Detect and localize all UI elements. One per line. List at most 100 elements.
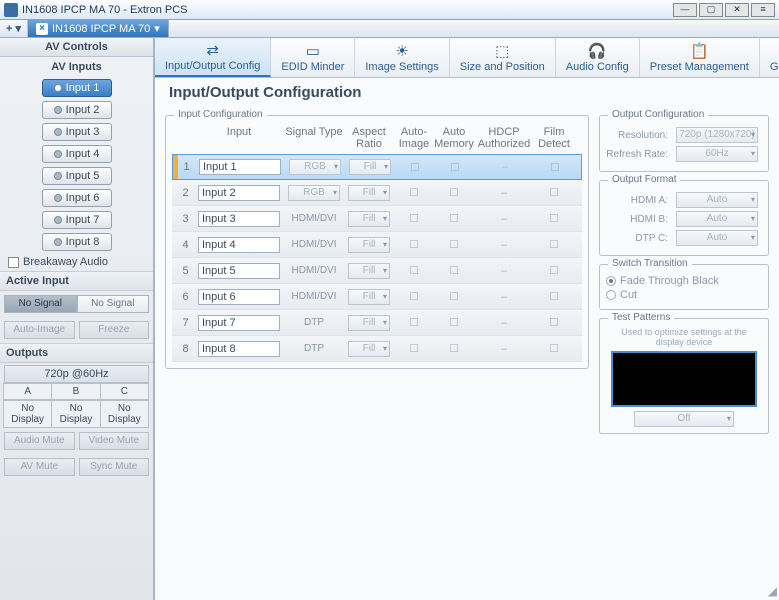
input-name-field[interactable] [198, 315, 280, 331]
auto-image-cell[interactable]: ☐ [394, 238, 434, 251]
film-detect-cell[interactable]: ☐ [534, 342, 574, 355]
minimize-button[interactable]: — [673, 3, 697, 17]
input-row[interactable]: 6HDMI/DVIFill☐☐–☐ [172, 284, 582, 310]
film-detect-cell[interactable]: ☐ [534, 316, 574, 329]
film-detect-cell[interactable]: ☐ [534, 212, 574, 225]
hdcp-cell[interactable]: – [474, 291, 534, 303]
add-tab-button[interactable]: + ▾ [0, 20, 28, 37]
aspect-ratio-select[interactable]: Fill [348, 263, 390, 279]
input-name-field[interactable] [198, 341, 280, 357]
titlebar: IN1608 IPCP MA 70 - Extron PCS — ▢ ✕ ≡ [0, 0, 779, 20]
auto-image-cell[interactable]: ☐ [394, 316, 434, 329]
hdcp-cell[interactable]: – [474, 239, 534, 251]
signal-type-select[interactable]: RGB [288, 185, 340, 201]
film-detect-cell[interactable]: ☐ [534, 186, 574, 199]
input-name-field[interactable] [198, 289, 280, 305]
hdcp-cell[interactable]: – [474, 187, 534, 199]
input-name-field[interactable] [198, 237, 280, 253]
maximize-button[interactable]: ▢ [699, 3, 723, 17]
aspect-ratio-select[interactable]: Fill [348, 211, 390, 227]
fade-radio[interactable]: Fade Through Black [606, 275, 762, 287]
input-7-button[interactable]: Input 7 [42, 211, 112, 229]
close-button[interactable]: ✕ [725, 3, 749, 17]
auto-image-cell[interactable]: ☐ [394, 342, 434, 355]
resize-grip-icon[interactable]: ◢ [768, 584, 777, 598]
input-name-field[interactable] [198, 185, 280, 201]
input-8-button[interactable]: Input 8 [42, 233, 112, 251]
refresh-rate-select[interactable]: 60Hz [676, 146, 758, 162]
cut-radio[interactable]: Cut [606, 289, 762, 301]
breakaway-audio-checkbox[interactable]: Breakaway Audio [0, 253, 153, 271]
dtp-c-select[interactable]: Auto [676, 230, 758, 246]
aspect-ratio-select[interactable]: Fill [348, 237, 390, 253]
input-3-button[interactable]: Input 3 [42, 123, 112, 141]
tab-edid[interactable]: ▭EDID Minder [271, 38, 355, 77]
auto-image-cell[interactable]: ☐ [395, 161, 435, 174]
input-row[interactable]: 3HDMI/DVIFill☐☐–☐ [172, 206, 582, 232]
device-tab[interactable]: × IN1608 IPCP MA 70 ▾ [28, 20, 169, 37]
auto-image-cell[interactable]: ☐ [394, 290, 434, 303]
tab-close-icon[interactable]: × [36, 23, 48, 35]
input-row[interactable]: 4HDMI/DVIFill☐☐–☐ [172, 232, 582, 258]
input-name-field[interactable] [198, 263, 280, 279]
film-detect-cell[interactable]: ☐ [535, 161, 575, 174]
av-mute-button[interactable]: AV Mute [4, 458, 75, 476]
audio-mute-button[interactable]: Audio Mute [4, 432, 75, 450]
menu-button[interactable]: ≡ [751, 3, 775, 17]
input-5-button[interactable]: Input 5 [42, 167, 112, 185]
tab-general[interactable]: ⚙General Settings [760, 38, 779, 77]
no-signal-right[interactable]: No Signal [77, 295, 150, 313]
aspect-ratio-select[interactable]: Fill [348, 289, 390, 305]
film-detect-cell[interactable]: ☐ [534, 238, 574, 251]
hdmi-a-select[interactable]: Auto [676, 192, 758, 208]
aspect-ratio-select[interactable]: Fill [348, 185, 390, 201]
tab-size[interactable]: ⬚Size and Position [450, 38, 556, 77]
auto-memory-cell[interactable]: ☐ [435, 161, 475, 174]
input-row[interactable]: 5HDMI/DVIFill☐☐–☐ [172, 258, 582, 284]
input-1-button[interactable]: Input 1 [42, 79, 112, 97]
tab-image[interactable]: ☀Image Settings [355, 38, 449, 77]
video-mute-button[interactable]: Video Mute [79, 432, 150, 450]
resolution-select[interactable]: 720p (1280x720) [676, 127, 758, 143]
auto-memory-cell[interactable]: ☐ [434, 316, 474, 329]
auto-image-cell[interactable]: ☐ [394, 264, 434, 277]
input-row[interactable]: 8DTPFill☐☐–☐ [172, 336, 582, 362]
hdcp-cell[interactable]: – [474, 213, 534, 225]
auto-memory-cell[interactable]: ☐ [434, 342, 474, 355]
test-pattern-select[interactable]: Off [634, 411, 734, 427]
aspect-ratio-select[interactable]: Fill [348, 341, 390, 357]
signal-type-select[interactable]: RGB [289, 159, 341, 175]
aspect-ratio-select[interactable]: Fill [348, 315, 390, 331]
auto-memory-cell[interactable]: ☐ [434, 264, 474, 277]
input-row[interactable]: 1RGBFill☐☐–☐ [172, 154, 582, 180]
input-4-button[interactable]: Input 4 [42, 145, 112, 163]
auto-image-cell[interactable]: ☐ [394, 212, 434, 225]
sync-mute-button[interactable]: Sync Mute [79, 458, 150, 476]
film-detect-cell[interactable]: ☐ [534, 290, 574, 303]
no-signal-left[interactable]: No Signal [4, 295, 77, 313]
tab-audio[interactable]: 🎧Audio Config [556, 38, 640, 77]
hdcp-cell[interactable]: – [474, 317, 534, 329]
hdcp-cell[interactable]: – [474, 265, 534, 277]
input-6-button[interactable]: Input 6 [42, 189, 112, 207]
hdcp-cell[interactable]: – [475, 161, 535, 173]
tab-io-config[interactable]: ⇄Input/Output Config [155, 38, 271, 77]
tab-preset[interactable]: 📋Preset Management [640, 38, 760, 77]
auto-image-button[interactable]: Auto-Image [4, 321, 75, 339]
input-name-field[interactable] [198, 211, 280, 227]
hdcp-cell[interactable]: – [474, 343, 534, 355]
input-row[interactable]: 2RGBFill☐☐–☐ [172, 180, 582, 206]
auto-memory-cell[interactable]: ☐ [434, 186, 474, 199]
input-2-button[interactable]: Input 2 [42, 101, 112, 119]
input-name-field[interactable] [199, 159, 281, 175]
film-detect-cell[interactable]: ☐ [534, 264, 574, 277]
input-row[interactable]: 7DTPFill☐☐–☐ [172, 310, 582, 336]
hdmi-b-select[interactable]: Auto [676, 211, 758, 227]
aspect-ratio-select[interactable]: Fill [349, 159, 391, 175]
freeze-button[interactable]: Freeze [79, 321, 150, 339]
auto-image-cell[interactable]: ☐ [394, 186, 434, 199]
auto-memory-cell[interactable]: ☐ [434, 212, 474, 225]
auto-memory-cell[interactable]: ☐ [434, 238, 474, 251]
auto-memory-cell[interactable]: ☐ [434, 290, 474, 303]
test-pattern-preview [611, 351, 757, 407]
